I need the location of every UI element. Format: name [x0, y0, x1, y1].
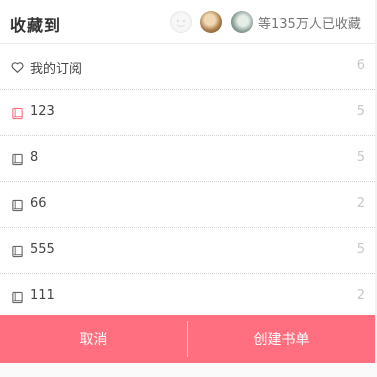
list-item[interactable]: 555 5: [0, 228, 375, 274]
placeholder-avatar-icon: [173, 14, 189, 30]
list-item-count: 5: [356, 242, 365, 257]
book-icon: [12, 153, 23, 166]
collect-count-text: 等135万人已收藏: [258, 17, 361, 32]
cancel-button[interactable]: 取消: [0, 315, 187, 363]
book-icon: [12, 107, 23, 120]
list-item-count: 6: [356, 58, 365, 73]
footer-bar: 取消 创建书单: [0, 315, 375, 363]
create-booklist-button[interactable]: 创建书单: [188, 315, 375, 363]
list-item-count: 5: [356, 150, 365, 165]
heart-icon: [11, 62, 24, 73]
list-item-label: 66: [30, 196, 47, 211]
list-item[interactable]: 123 5: [0, 90, 375, 136]
avatar: [200, 11, 222, 33]
list-item-label: 111: [30, 288, 55, 303]
book-icon: [12, 291, 23, 304]
list-item-count: 2: [356, 196, 365, 211]
avatar: [231, 11, 253, 33]
list-item-label: 555: [30, 242, 55, 257]
collect-panel: 收藏到 等135万人已收藏 我的订阅 6 123 5 8 5 66 2 555 …: [0, 0, 375, 377]
list-item-label: 我的订阅: [30, 62, 83, 77]
collection-list: 我的订阅 6 123 5 8 5 66 2 555 5 111 2: [0, 44, 375, 320]
book-icon: [12, 199, 23, 212]
avatar: [170, 11, 192, 33]
list-item[interactable]: 我的订阅 6: [0, 44, 375, 90]
list-item-label: 8: [30, 150, 39, 165]
list-item[interactable]: 66 2: [0, 182, 375, 228]
book-icon: [12, 245, 23, 258]
list-item-count: 5: [356, 104, 365, 119]
list-item-count: 2: [356, 288, 365, 303]
page-title: 收藏到: [10, 16, 62, 35]
list-item-label: 123: [30, 104, 55, 119]
list-item[interactable]: 8 5: [0, 136, 375, 182]
list-item[interactable]: 111 2: [0, 274, 375, 320]
background-strip: [0, 363, 377, 377]
header: 收藏到 等135万人已收藏: [0, 0, 375, 44]
